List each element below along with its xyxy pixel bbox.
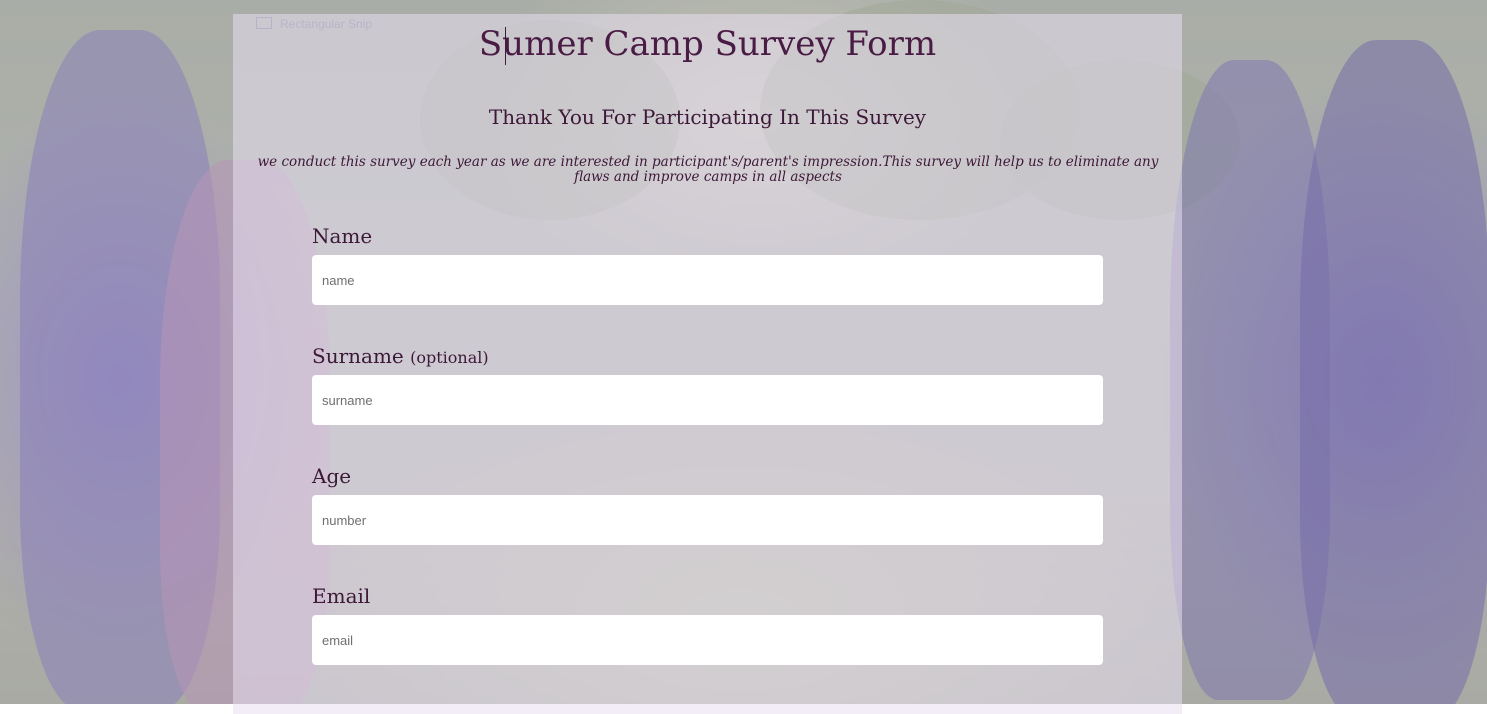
form-subtitle: Thank You For Participating In This Surv… — [488, 105, 927, 129]
page-title: Sumer Camp Survey Form — [478, 24, 937, 64]
name-label: Name — [312, 224, 372, 248]
optional-note: (optional) — [410, 348, 489, 367]
age-input[interactable] — [312, 495, 1103, 545]
name-label-text: Name — [312, 224, 373, 248]
name-input[interactable] — [312, 255, 1103, 305]
surname-input[interactable] — [312, 375, 1103, 425]
email-input[interactable] — [312, 615, 1103, 665]
age-label-text: Age — [312, 464, 352, 488]
email-label-text: Email — [312, 584, 371, 608]
age-label: Age — [312, 464, 351, 488]
surname-label: Surname (optional) — [312, 344, 489, 368]
email-label: Email — [312, 584, 370, 608]
surname-label-text: Surname — [312, 344, 404, 368]
text-caret — [505, 27, 506, 65]
form-description: we conduct this survey each year as we a… — [257, 154, 1159, 185]
